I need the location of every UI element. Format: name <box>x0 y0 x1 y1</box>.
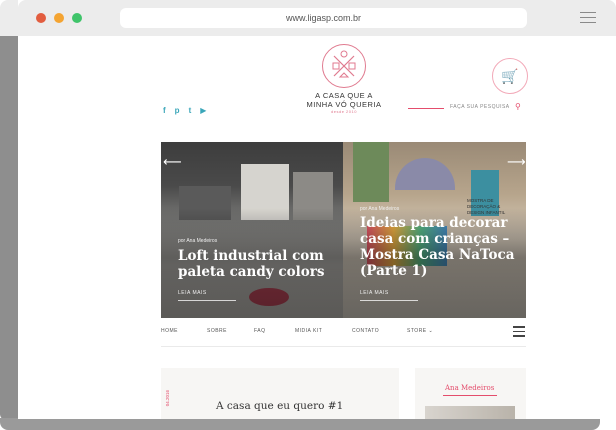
web-page: f p t ▶ A CASA QUE A MINHA VÓ QUERIA des… <box>18 36 616 419</box>
close-window-button[interactable] <box>36 13 46 23</box>
natoca-plants <box>353 142 389 202</box>
shopping-cart-icon: 🛒 <box>501 68 519 84</box>
slide-loft[interactable]: ⟵ por Ana Medeiros Loft industrial com p… <box>161 142 343 318</box>
pinterest-icon[interactable]: p <box>175 106 180 115</box>
post-card[interactable]: 04.2016 A casa que eu quero #1 <box>161 368 399 419</box>
slide-author: por Ana Medeiros <box>178 238 218 244</box>
nav-faq[interactable]: FAQ <box>254 328 266 334</box>
slide-natoca[interactable]: ⟶ por Ana Medeiros Ideias para decorar c… <box>343 142 526 318</box>
read-more-underline <box>360 300 418 301</box>
nav-home[interactable]: HOME <box>161 328 178 334</box>
twitter-icon[interactable]: t <box>189 106 192 115</box>
mostra-sign-text: MOSTRA DE DECORAÇÃO & DESIGN INFANTIL <box>467 198 506 215</box>
social-links: f p t ▶ <box>163 106 206 115</box>
author-card: Ana Medeiros <box>415 368 526 419</box>
logo-emblem-icon <box>322 44 366 88</box>
nav-midia-kit[interactable]: MIDIA KIT <box>295 328 322 334</box>
browser-menu-icon[interactable] <box>580 12 596 24</box>
featured-slider: ⟵ por Ana Medeiros Loft industrial com p… <box>161 142 526 318</box>
slide-author: por Ana Medeiros <box>360 206 400 212</box>
natoca-arch <box>395 158 455 190</box>
logo-since: desde 2010 <box>331 109 357 114</box>
nav-divider <box>161 346 526 347</box>
slider-next-arrow[interactable]: ⟶ <box>507 154 526 170</box>
url-bar[interactable]: www.ligasp.com.br <box>120 8 527 28</box>
store-badge[interactable]: 🛒 <box>492 58 528 94</box>
nav-menu-icon[interactable] <box>513 326 525 338</box>
slide-title[interactable]: Loft industrial com paleta candy colors <box>178 248 328 280</box>
author-underline <box>443 395 497 396</box>
author-photo <box>425 406 515 419</box>
logo-title-line-2: MINHA VÓ QUERIA <box>306 100 382 109</box>
browser-chrome-left <box>0 0 18 36</box>
post-title[interactable]: A casa que eu quero #1 <box>216 400 343 412</box>
facebook-icon[interactable]: f <box>163 106 166 115</box>
slide-title[interactable]: Ideias para decorar casa com crianças – … <box>360 215 522 279</box>
main-navigation: HOME SOBRE FAQ MIDIA KIT CONTATO STORE ⌄ <box>161 326 526 340</box>
nav-contato[interactable]: CONTATO <box>352 328 379 334</box>
nav-store[interactable]: STORE ⌄ <box>407 328 433 334</box>
author-name[interactable]: Ana Medeiros <box>445 384 494 392</box>
minimize-window-button[interactable] <box>54 13 64 23</box>
site-logo[interactable]: A CASA QUE A MINHA VÓ QUERIA desde 2010 <box>304 44 384 114</box>
read-more-underline <box>178 300 236 301</box>
search-icon[interactable]: ⚲ <box>515 102 521 111</box>
logo-title-line-1: A CASA QUE A <box>315 91 373 100</box>
maximize-window-button[interactable] <box>72 13 82 23</box>
search-underline <box>408 108 444 109</box>
youtube-icon[interactable]: ▶ <box>200 106 206 115</box>
slider-prev-arrow[interactable]: ⟵ <box>163 154 182 170</box>
post-date: 04.2016 <box>165 390 170 407</box>
search-input[interactable]: FAÇA SUA PESQUISA <box>450 104 510 110</box>
read-more-link[interactable]: LEIA MAIS <box>178 290 207 296</box>
browser-window: www.ligasp.com.br f p t ▶ A CASA QUE A M… <box>0 0 616 420</box>
read-more-link[interactable]: LEIA MAIS <box>360 290 389 296</box>
nav-sobre[interactable]: SOBRE <box>207 328 227 334</box>
